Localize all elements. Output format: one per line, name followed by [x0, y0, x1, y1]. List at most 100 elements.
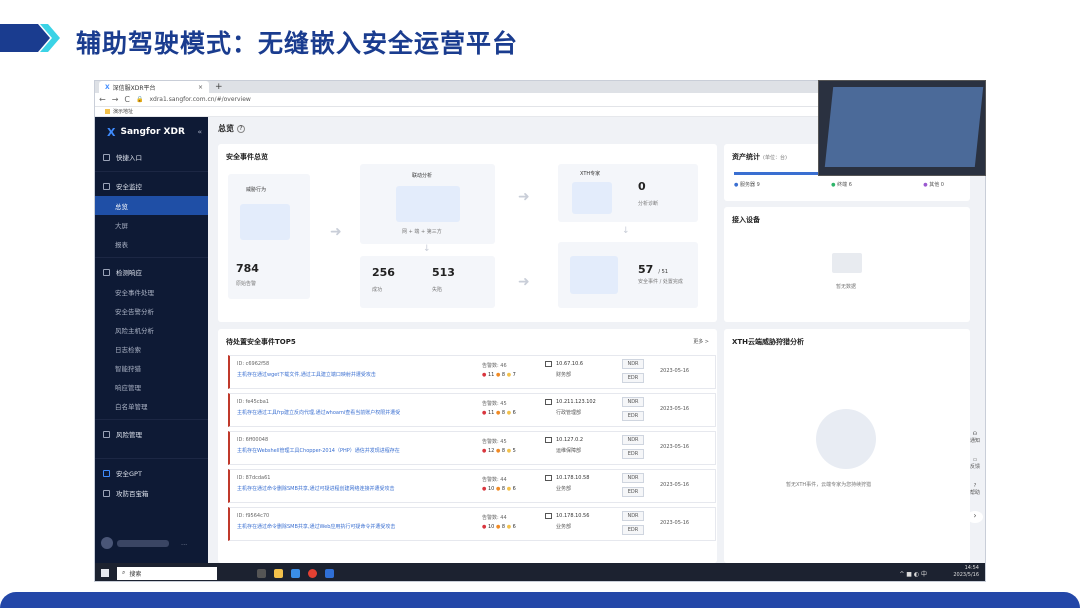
sidebar-item-risk-host[interactable]: 风险主机分析 [95, 320, 208, 339]
severity-low: 6 [512, 524, 516, 530]
event-description[interactable]: 主机存在通过工具frp建立反向代理,通过whoami查看当前账户权限并遭受 [237, 409, 467, 416]
notify-button[interactable]: ☊ 通知 [967, 431, 983, 444]
fail-value: 513 [432, 266, 455, 279]
lock-icon: 🔒 [136, 96, 144, 103]
table-row[interactable]: ID: 6ff00048 主机存在Webshell管理工具Chopper-2014… [228, 431, 716, 465]
new-tab-button[interactable]: + [215, 82, 223, 92]
sidebar-item-hunting[interactable]: 智能狩猎 [95, 358, 208, 377]
sidebar-item-response[interactable]: 响应管理 [95, 377, 208, 396]
incident-label: 安全事件 / 处置完成 [638, 279, 683, 285]
top5-title: 待处置安全事件TOP5 [226, 338, 296, 346]
sidebar-item-reports[interactable]: 报表 [95, 234, 208, 253]
notify-label: 通知 [969, 438, 980, 444]
legend-label: 终端 [837, 182, 848, 188]
taskbar-search[interactable]: ⌕ 搜索 [117, 566, 217, 580]
table-row[interactable]: ID: 87dcda61 主机存在通过命令删除SMB共享,通过可疑进程创建网络连接… [228, 469, 716, 503]
file-explorer-icon[interactable] [274, 568, 283, 578]
sidebar-section-risk[interactable]: 风险管理 [95, 424, 208, 444]
sidebar-section-shortcuts[interactable]: 快捷入口 [95, 147, 208, 167]
reload-button[interactable]: C [124, 95, 130, 104]
alarm-count: 告警数: 45 [482, 439, 507, 445]
asset-stats-header: 资产统计 (单位：台) [732, 152, 787, 162]
top5-more-link[interactable]: 更多 > [693, 338, 709, 345]
threat-box: 威胁行为 784 原始告警 [228, 174, 310, 299]
empty-box-icon [832, 253, 862, 273]
tab-title: 深信服XDR平台 [112, 84, 156, 92]
linkage-title: 联动分析 [412, 173, 433, 179]
url-field[interactable]: xdra1.sangfor.com.cn/#/overview [149, 96, 250, 103]
sidebar-item-incident[interactable]: 安全事件处理 [95, 282, 208, 301]
event-description[interactable]: 主机存在通过命令删除SMB共享,通过Web应用执行可疑命令并遭受攻击 [237, 523, 467, 530]
bookmark-item[interactable]: 演示地址 [113, 108, 133, 115]
windows-start-icon[interactable] [101, 569, 109, 577]
browser-tab[interactable]: X 深信服XDR平台 × [99, 81, 209, 93]
help-button[interactable]: ? 帮助 [967, 483, 983, 496]
system-tray[interactable]: ^ ■ ◐ 中 [899, 569, 927, 578]
sidebar-item-bigscreen[interactable]: 大屏 [95, 215, 208, 234]
severity-low: 5 [512, 448, 516, 454]
close-tab-icon[interactable]: × [198, 84, 203, 91]
table-row[interactable]: ID: c6962f58 主机存在通过wget下载文件,通过工具建立端口映射并遭受… [228, 355, 716, 389]
chrome-icon[interactable] [308, 568, 317, 578]
main-content: 总览 ? 运 安全事件总览 威胁行为 784 原始告警 ➜ 联动分析 [208, 117, 985, 563]
expand-button[interactable]: › [967, 511, 983, 523]
divider [95, 257, 208, 258]
flow-down-arrow-icon: ↓ [423, 244, 431, 254]
ndr-tag: NDR [622, 397, 644, 407]
department: 行政管理部 [556, 410, 582, 416]
sangfor-favicon-icon: X [105, 83, 110, 91]
sidebar-item-whitelist[interactable]: 白名单管理 [95, 396, 208, 415]
security-shield-icon[interactable] [325, 568, 334, 578]
sidebar-section-detect[interactable]: 检测响应 [95, 262, 208, 282]
alarms-value: 784 [236, 262, 259, 275]
sidebar-item-alert[interactable]: 安全告警分析 [95, 301, 208, 320]
shortcut-icon [103, 153, 110, 161]
event-date: 2023-05-16 [660, 368, 690, 374]
incident-box: 57 / 51 安全事件 / 处置完成 [558, 242, 698, 308]
taskbar: ⌕ 搜索 ^ ■ ◐ 中 14:54 2023/5/16 [95, 563, 985, 581]
edr-tag: EDR [622, 373, 644, 383]
task-view-icon[interactable] [257, 568, 266, 578]
sidebar-section-gpt[interactable]: 安全GPT [95, 463, 208, 483]
sidebar-item-log[interactable]: 日志检索 [95, 339, 208, 358]
page-title-text: 总览 [218, 124, 234, 133]
more-icon[interactable]: ... [181, 539, 187, 547]
devices-card: 接入设备 暂无数据 [724, 207, 970, 322]
store-icon[interactable] [291, 568, 300, 578]
legend-value: 0 [940, 182, 944, 188]
help-icon[interactable]: ? [237, 124, 245, 133]
page-title: 总览 ? [218, 123, 245, 134]
logo-text: Sangfor XDR [120, 127, 185, 137]
event-id: ID: f9564c70 [237, 513, 270, 519]
event-description[interactable]: 主机存在Webshell管理工具Chopper-2014（PHP）通信并发现进程… [237, 447, 467, 454]
event-description[interactable]: 主机存在通过wget下载文件,通过工具建立端口映射并遭受攻击 [237, 371, 467, 378]
detect-icon [103, 268, 110, 276]
user-profile[interactable]: ... [101, 537, 187, 549]
divider [95, 458, 208, 459]
feedback-button[interactable]: ▭ 反馈 [967, 457, 983, 470]
severity-mid: 8 [501, 410, 506, 416]
event-description[interactable]: 主机存在通过命令删除SMB共享,通过可疑进程创建网络连接并遭受攻击 [237, 485, 467, 492]
incident-value: 57 [638, 263, 654, 276]
table-row[interactable]: ID: fe45cba1 主机存在通过工具frp建立反向代理,通过whoami查看… [228, 393, 716, 427]
collapse-sidebar-icon[interactable]: « [197, 128, 202, 136]
event-id: ID: 6ff00048 [237, 437, 269, 443]
success-label: 成功 [372, 287, 383, 293]
forward-button[interactable]: → [112, 95, 119, 104]
legend-server: ● 服务器 9 [734, 182, 760, 188]
host-ip: 10.178.10.56 [556, 513, 590, 519]
sidebar-item-overview[interactable]: 总览 [95, 196, 208, 215]
legend-other: ● 其他 0 [923, 182, 944, 188]
ndr-tag: NDR [622, 511, 644, 521]
host-icon [545, 437, 552, 443]
sidebar-section-monitor[interactable]: 安全监控 [95, 176, 208, 196]
events-overview-card: 安全事件总览 威胁行为 784 原始告警 ➜ 联动分析 网 + 端 + 第三方 … [218, 144, 717, 322]
event-date: 2023-05-16 [660, 444, 690, 450]
severity-mid: 8 [501, 372, 506, 378]
table-row[interactable]: ID: f9564c70 主机存在通过命令删除SMB共享,通过Web应用执行可疑命… [228, 507, 716, 541]
clock[interactable]: 14:54 2023/5/16 [953, 565, 979, 579]
back-button[interactable]: ← [99, 95, 106, 104]
slide: 辅助驾驶模式：无缝嵌入安全运营平台 X 深信服XDR平台 × + ← → C 🔒… [0, 0, 1080, 608]
sidebar-section-toolbox[interactable]: 攻防百宝箱 [95, 483, 208, 503]
result-box: 256 成功 513 失陷 [360, 256, 495, 308]
